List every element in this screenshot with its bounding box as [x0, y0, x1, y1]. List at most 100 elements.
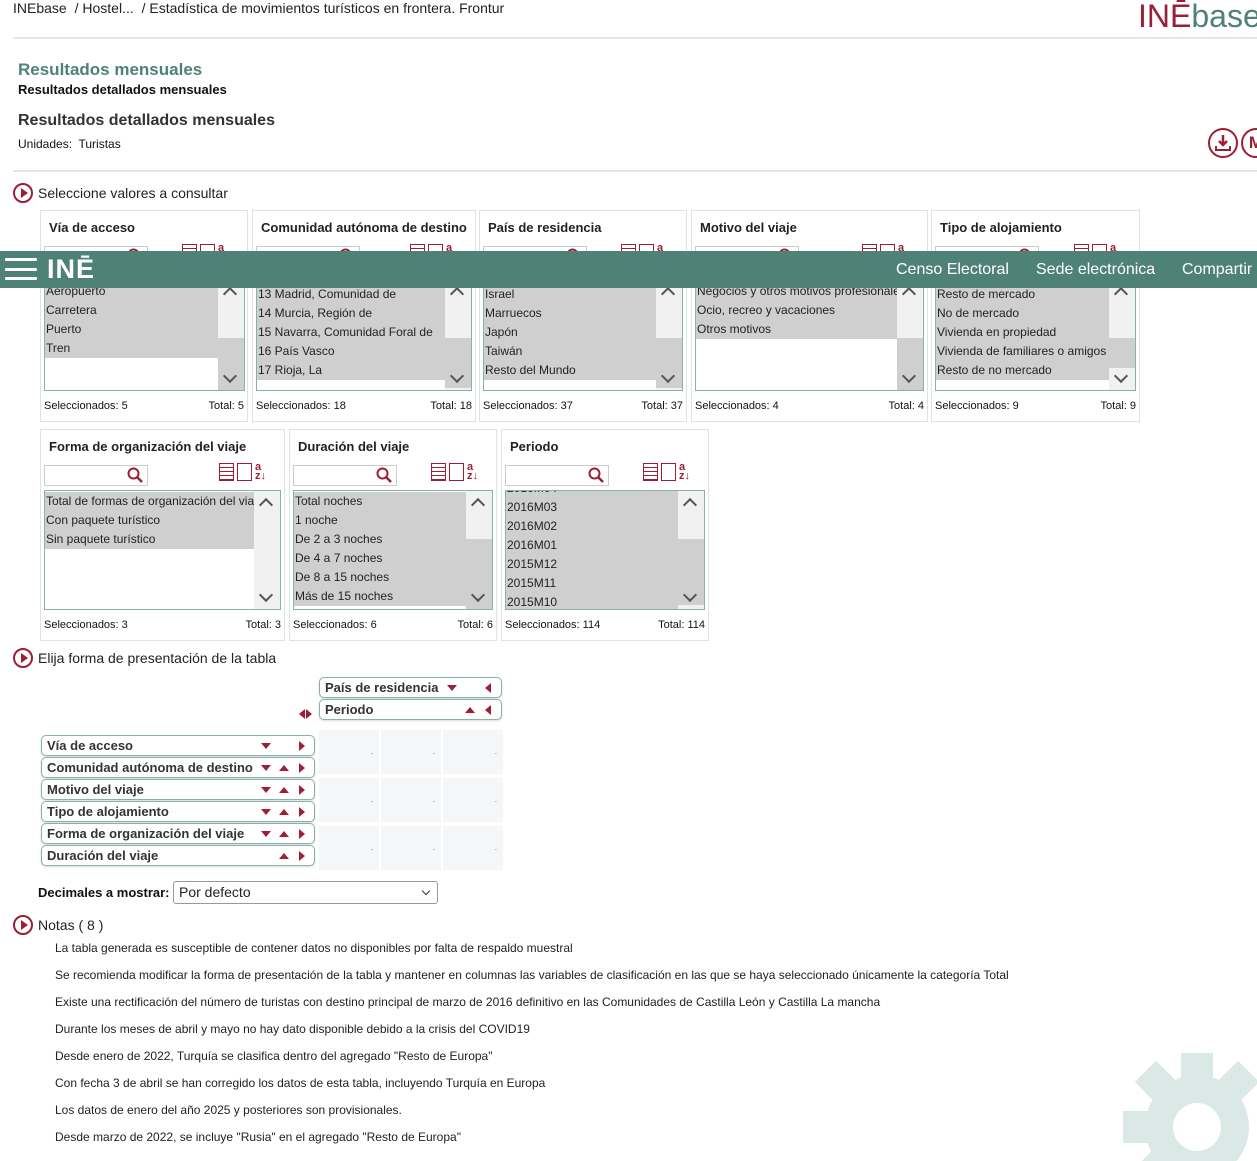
scroll-down-icon[interactable] — [1113, 368, 1129, 384]
list-item[interactable]: Ocio, recreo y vacaciones — [696, 301, 899, 320]
row-var-pill[interactable]: Comunidad autónoma de destino — [41, 757, 315, 778]
notes-toggle[interactable]: Notas ( 8 ) — [13, 915, 103, 935]
move-right-icon[interactable] — [299, 851, 305, 861]
move-up-icon[interactable] — [465, 707, 475, 713]
search-input[interactable] — [293, 465, 397, 486]
values-list[interactable]: 12 Galicia13 Madrid, Comunidad de14 Murc… — [256, 279, 472, 391]
sort-icon[interactable]: az↓ — [679, 462, 697, 482]
scroll-up-icon[interactable] — [222, 286, 238, 302]
move-up-icon[interactable] — [279, 853, 289, 859]
decimals-select[interactable]: Por defecto — [173, 881, 438, 904]
list-item[interactable]: No de mercado — [936, 304, 1111, 323]
list-item[interactable]: Japón — [484, 323, 658, 342]
move-up-icon[interactable] — [279, 765, 289, 771]
select-all-icon[interactable] — [431, 463, 446, 481]
list-item[interactable]: Total noches — [294, 492, 468, 511]
move-right-icon[interactable] — [299, 785, 305, 795]
list-item[interactable]: Tren — [45, 339, 220, 358]
scroll-up-icon[interactable] — [1113, 286, 1129, 302]
scroll-up-icon[interactable] — [449, 286, 465, 302]
row-var-pill[interactable]: Vía de acceso — [41, 735, 315, 756]
list-item[interactable]: De 4 a 7 noches — [294, 549, 468, 568]
row-var-pill[interactable]: Duración del viaje — [41, 845, 315, 866]
list-item[interactable]: Carretera — [45, 301, 220, 320]
move-right-icon[interactable] — [299, 829, 305, 839]
breadcrumb-home[interactable]: INEbase — [13, 0, 67, 16]
list-item[interactable]: Resto del Mundo — [484, 361, 658, 380]
move-up-icon[interactable] — [279, 787, 289, 793]
move-up-icon[interactable] — [279, 831, 289, 837]
list-item[interactable]: 15 Navarra, Comunidad Foral de — [257, 323, 447, 342]
move-left-icon[interactable] — [485, 683, 491, 693]
section-heading[interactable]: Resultados mensuales — [18, 60, 202, 80]
list-item[interactable]: 2016M04 — [506, 491, 680, 498]
move-up-icon[interactable] — [279, 809, 289, 815]
values-list[interactable]: Vivienda en alquilerResto de mercadoNo d… — [935, 279, 1136, 391]
values-list[interactable]: Total noches 1 noche De 2 a 3 noches De 4 a… — [293, 490, 493, 610]
deselect-all-icon[interactable] — [661, 463, 676, 481]
scroll-up-icon[interactable] — [258, 497, 274, 513]
list-item[interactable]: 2015M10 — [506, 593, 680, 609]
column-var-pill[interactable]: Periodo — [319, 699, 502, 720]
swap-axes-icon[interactable] — [299, 709, 312, 719]
nav-link-censo[interactable]: Censo Electoral — [896, 261, 1009, 279]
scrollbar[interactable] — [656, 280, 682, 390]
list-item[interactable]: De 8 a 15 noches — [294, 568, 468, 587]
deselect-all-icon[interactable] — [237, 463, 252, 481]
values-list[interactable]: Negocios y otros motivos profesionales Oc… — [695, 279, 924, 391]
values-list[interactable]: IndiaIsraelMarruecosJapónTaiwánResto del… — [483, 279, 683, 391]
scrollbar[interactable] — [445, 280, 471, 390]
scroll-up-icon[interactable] — [682, 497, 698, 513]
values-list[interactable]: 2016M042016M032016M022016M012015M122015M… — [505, 490, 705, 610]
move-down-icon[interactable] — [261, 831, 271, 837]
search-input[interactable] — [505, 465, 609, 486]
select-section-toggle[interactable]: Seleccione valores a consultar — [13, 183, 228, 203]
column-var-pill[interactable]: País de residencia — [319, 677, 502, 698]
list-item[interactable]: Resto de no mercado — [936, 361, 1111, 380]
list-item[interactable]: 2015M12 — [506, 555, 680, 574]
scrollbar[interactable] — [678, 491, 704, 609]
nav-link-compartir[interactable]: Compartir — [1182, 261, 1252, 279]
scroll-up-icon[interactable] — [470, 497, 486, 513]
list-item[interactable]: Otros motivos — [696, 320, 899, 339]
scrollbar[interactable] — [466, 491, 492, 609]
row-var-pill[interactable]: Motivo del viaje — [41, 779, 315, 800]
deselect-all-icon[interactable] — [449, 463, 464, 481]
row-var-pill[interactable]: Tipo de alojamiento — [41, 801, 315, 822]
select-all-icon[interactable] — [643, 463, 658, 481]
list-item[interactable]: Vivienda en propiedad — [936, 323, 1111, 342]
move-right-icon[interactable] — [299, 741, 305, 751]
list-item[interactable]: 2016M01 — [506, 536, 680, 555]
list-item[interactable]: 14 Murcia, Región de — [257, 304, 447, 323]
list-item[interactable]: 16 País Vasco — [257, 342, 447, 361]
sort-icon[interactable]: az↓ — [467, 462, 485, 482]
scroll-down-icon[interactable] — [258, 587, 274, 603]
menu-icon[interactable] — [5, 258, 37, 280]
list-item[interactable]: 1 noche — [294, 511, 468, 530]
list-item[interactable]: Total de formas de organización del viaj… — [45, 492, 256, 511]
search-input[interactable] — [44, 465, 148, 486]
scrollbar[interactable] — [1109, 280, 1135, 390]
list-item[interactable]: 2016M03 — [506, 498, 680, 517]
list-item[interactable]: Sin paquete turístico — [45, 530, 256, 549]
row-var-pill[interactable]: Forma de organización del viaje — [41, 823, 315, 844]
scrollbar[interactable] — [218, 280, 244, 390]
move-left-icon[interactable] — [485, 705, 491, 715]
list-item[interactable]: Taiwán — [484, 342, 658, 361]
scrollbar[interactable] — [254, 491, 280, 609]
list-item[interactable]: Puerto — [45, 320, 220, 339]
more-options-button[interactable]: M — [1241, 128, 1257, 158]
scrollbar[interactable] — [897, 280, 923, 390]
list-item[interactable]: De 2 a 3 noches — [294, 530, 468, 549]
nav-link-sede[interactable]: Sede electrónica — [1036, 261, 1155, 279]
scroll-up-icon[interactable] — [901, 286, 917, 302]
move-down-icon[interactable] — [447, 685, 457, 691]
sort-icon[interactable]: az↓ — [255, 462, 273, 482]
move-down-icon[interactable] — [261, 809, 271, 815]
navbar-logo[interactable]: INĒ — [47, 254, 95, 285]
scroll-up-icon[interactable] — [660, 286, 676, 302]
layout-section-toggle[interactable]: Elija forma de presentación de la tabla — [13, 648, 276, 668]
move-down-icon[interactable] — [261, 787, 271, 793]
inebase-logo[interactable]: INĒbase — [1138, 0, 1257, 35]
list-item[interactable]: Marruecos — [484, 304, 658, 323]
